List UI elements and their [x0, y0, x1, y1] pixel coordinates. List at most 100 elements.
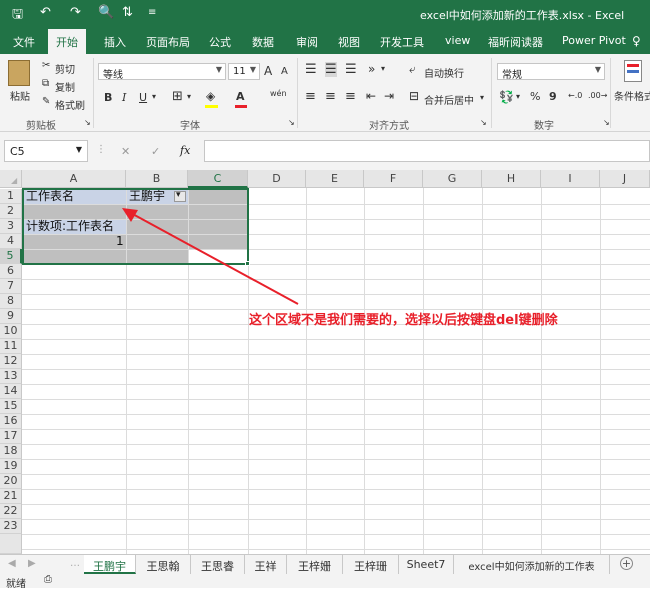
- shrink-font-icon[interactable]: A: [281, 66, 288, 77]
- copy-button[interactable]: 复制: [55, 79, 75, 94]
- borders-icon[interactable]: ⊞: [172, 89, 183, 104]
- wrap-text-button[interactable]: 自动换行: [424, 65, 464, 80]
- name-box[interactable]: C5 ▼: [4, 140, 88, 162]
- paste-button[interactable]: 粘贴: [10, 88, 30, 103]
- percent-icon[interactable]: %: [530, 90, 540, 103]
- tab-review[interactable]: 审阅: [296, 34, 318, 50]
- divider: [491, 58, 492, 128]
- sheet-tab[interactable]: 王梓姗: [287, 555, 343, 574]
- tab-view-addin[interactable]: view: [445, 34, 470, 47]
- font-size-combo[interactable]: 11 ▼: [228, 63, 260, 80]
- tab-view[interactable]: 视图: [338, 34, 360, 50]
- chevron-down-icon[interactable]: ▾: [480, 93, 484, 102]
- conditional-formatting-icon[interactable]: [624, 60, 642, 82]
- align-bottom-icon[interactable]: ☰: [345, 62, 357, 77]
- font-group-label: 字体: [180, 121, 200, 132]
- lightbulb-icon[interactable]: ♀: [632, 34, 641, 48]
- decrease-decimal-icon[interactable]: .00→: [588, 91, 607, 100]
- align-top-icon[interactable]: ☰: [305, 62, 317, 77]
- orientation-icon[interactable]: »: [368, 62, 375, 76]
- chevron-down-icon[interactable]: ▾: [152, 92, 156, 101]
- sheet-tab[interactable]: 王祥: [245, 555, 287, 574]
- increase-decimal-icon[interactable]: ←.0: [568, 91, 582, 100]
- cut-icon[interactable]: ✂: [42, 60, 50, 71]
- conditional-formatting-button[interactable]: 条件格式: [614, 88, 650, 103]
- underline-button[interactable]: U: [139, 91, 147, 104]
- tab-file[interactable]: 文件: [13, 34, 35, 50]
- increase-indent-icon[interactable]: ⇥: [384, 89, 394, 103]
- conditional-formatting-bar-icon: [627, 64, 639, 67]
- align-center-icon[interactable]: ≡: [325, 89, 336, 104]
- merge-center-button[interactable]: 合并后居中: [424, 92, 474, 107]
- chevron-down-icon[interactable]: ▾: [187, 92, 191, 101]
- print-preview-icon[interactable]: 🔍: [98, 5, 114, 20]
- align-left-icon[interactable]: ≡: [305, 89, 316, 104]
- sheet-tab[interactable]: excel中如何添加新的工作表: [454, 555, 610, 574]
- alignment-launcher-icon[interactable]: ↘: [480, 118, 487, 127]
- sheet-tab[interactable]: 王思睿: [191, 555, 245, 574]
- clipboard-launcher-icon[interactable]: ↘: [84, 118, 91, 127]
- wrap-text-icon[interactable]: ⤶: [409, 62, 416, 77]
- align-middle-icon[interactable]: ☰: [325, 62, 337, 77]
- scroll-left-icon[interactable]: ◀: [8, 558, 16, 569]
- more-sheets-icon[interactable]: …: [70, 558, 80, 569]
- new-sheet-button[interactable]: +: [620, 557, 633, 570]
- decrease-indent-icon[interactable]: ⇤: [366, 89, 376, 103]
- font-launcher-icon[interactable]: ↘: [288, 118, 295, 127]
- customize-quick-access-icon[interactable]: ≡: [148, 7, 156, 18]
- annotation-arrow: [122, 208, 299, 305]
- tab-formulas[interactable]: 公式: [209, 34, 231, 50]
- save-icon[interactable]: 🖫: [12, 5, 23, 27]
- paste-icon[interactable]: [8, 60, 30, 86]
- font-name-combo[interactable]: 等线 ▼: [98, 63, 226, 81]
- cut-button[interactable]: 剪切: [55, 61, 75, 76]
- fill-color-icon[interactable]: ◈: [206, 89, 215, 103]
- merge-center-icon[interactable]: ⊟: [409, 89, 419, 103]
- scroll-right-icon[interactable]: ▶: [28, 558, 36, 569]
- fill-color-swatch: [205, 105, 218, 108]
- sheet-tab[interactable]: 王思翰: [136, 555, 191, 574]
- grow-font-icon[interactable]: A: [264, 64, 272, 78]
- copy-icon[interactable]: ⧉: [42, 78, 49, 89]
- chevron-down-icon: ▼: [215, 65, 222, 74]
- align-right-icon[interactable]: ≡: [345, 89, 356, 104]
- sheet-tab-bar: ◀ ▶ … 王鹏宇 王思翰 王思睿 王祥 王梓姗 王梓珊 Sheet7 exce…: [0, 554, 650, 574]
- number-launcher-icon[interactable]: ↘: [603, 118, 610, 127]
- sheet-tab[interactable]: 王鹏宇: [84, 555, 136, 574]
- tab-foxit-reader[interactable]: 福昕阅读器: [488, 34, 543, 50]
- cancel-formula-button[interactable]: ✕: [121, 145, 130, 158]
- chevron-down-icon[interactable]: ▾: [381, 64, 385, 73]
- format-painter-button[interactable]: 格式刷: [55, 97, 85, 112]
- formula-input[interactable]: [204, 140, 650, 162]
- tab-power-pivot[interactable]: Power Pivot: [562, 34, 626, 47]
- tab-insert[interactable]: 插入: [104, 34, 126, 50]
- drag-handle-icon[interactable]: ⋮: [96, 144, 106, 155]
- macro-record-icon[interactable]: ⎙: [44, 574, 52, 585]
- divider: [93, 58, 94, 128]
- format-painter-icon[interactable]: ✎: [42, 96, 50, 107]
- sheet-tab[interactable]: Sheet7: [399, 555, 454, 574]
- tab-home[interactable]: 开始: [48, 29, 86, 54]
- tab-data[interactable]: 数据: [252, 34, 274, 50]
- redo-icon[interactable]: ↷: [70, 5, 81, 20]
- number-format-combo[interactable]: 常规 ▼: [497, 63, 605, 81]
- italic-button[interactable]: I: [122, 91, 126, 104]
- sheet-tab[interactable]: 王梓珊: [343, 555, 399, 574]
- formula-bar: C5 ▼ ⋮ ✕ ✓ fx: [0, 132, 650, 170]
- insert-function-button[interactable]: fx: [180, 144, 190, 157]
- worksheet-grid[interactable]: ◢ A B C D E F G H I J 1 2 3 4 5 6 7 8 9 …: [0, 170, 650, 554]
- status-bar: 就绪 ⎙: [0, 574, 650, 590]
- font-color-icon[interactable]: A: [236, 90, 245, 103]
- chevron-down-icon[interactable]: ▾: [516, 92, 520, 101]
- phonetic-guide-icon[interactable]: wén: [270, 89, 287, 98]
- bold-button[interactable]: B: [104, 91, 112, 104]
- annotation-text: 这个区域不是我们需要的，选择以后按键盘del键删除: [249, 313, 558, 328]
- sort-icon[interactable]: ⇅: [122, 5, 133, 20]
- tab-developer[interactable]: 开发工具: [380, 34, 424, 50]
- currency-icon[interactable]: 💱: [499, 90, 514, 104]
- tab-page-layout[interactable]: 页面布局: [146, 34, 190, 50]
- enter-formula-button[interactable]: ✓: [151, 145, 160, 158]
- undo-icon[interactable]: ↶: [40, 5, 51, 20]
- comma-style-icon[interactable]: 9: [549, 90, 557, 103]
- font-color-swatch: [235, 105, 247, 108]
